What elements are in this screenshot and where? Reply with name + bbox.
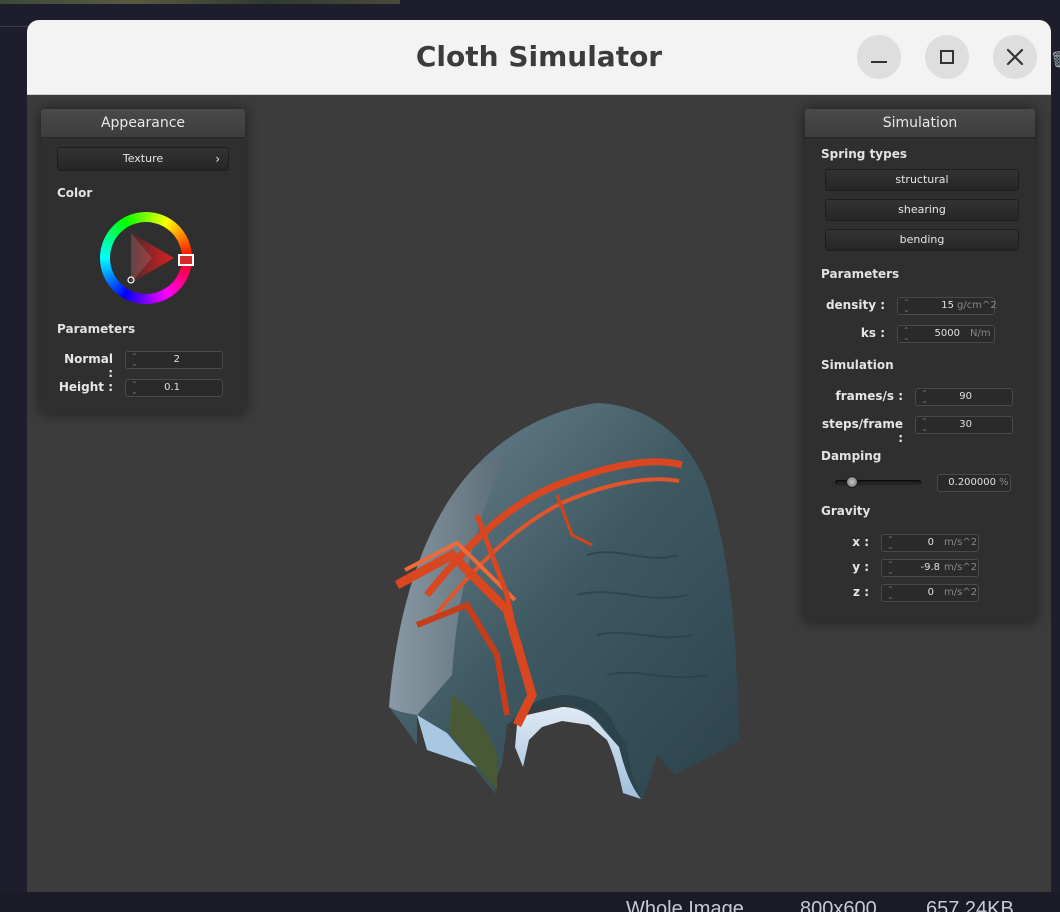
hue-selector-handle[interactable] (178, 254, 194, 266)
damping-slider[interactable] (835, 473, 921, 491)
gravity-z-label: z : (853, 585, 869, 599)
spinner-icon: ⌃ ⌄ (131, 380, 138, 396)
normal-input[interactable]: ⌃ ⌄ 2 (125, 351, 223, 369)
gravity-y-input[interactable]: ⌃ ⌄ -9.8 m/s^2 (881, 559, 979, 577)
close-icon (1006, 48, 1024, 66)
steps-per-frame-input[interactable]: ⌃ ⌄ 30 (915, 416, 1013, 434)
simulation-label: Simulation (821, 358, 894, 372)
normal-label: Normal : (64, 352, 113, 380)
gravity-y-label: y : (852, 560, 869, 574)
color-wheel[interactable] (100, 212, 194, 304)
structural-toggle[interactable]: structural (825, 169, 1019, 191)
bending-toggle[interactable]: bending (825, 229, 1019, 251)
spinner-icon: ⌃ ⌄ (887, 585, 894, 601)
frames-per-s-input[interactable]: ⌃ ⌄ 90 (915, 388, 1013, 406)
damping-slider-handle[interactable] (846, 476, 858, 488)
status-file-size: 657.24KB (926, 898, 1014, 912)
cloth-mesh[interactable] (357, 395, 747, 805)
gravity-z-input[interactable]: ⌃ ⌄ 0 m/s^2 (881, 584, 979, 602)
maximize-button[interactable] (925, 35, 969, 79)
title-bar: Cloth Simulator (27, 20, 1051, 95)
ks-label: ks : (860, 326, 885, 340)
damping-input[interactable]: 0.200000 % (937, 474, 1011, 492)
3d-viewport[interactable]: Appearance Texture › Color Parameters No… (27, 95, 1051, 894)
spring-types-label: Spring types (821, 147, 908, 161)
appearance-parameters-label: Parameters (57, 322, 136, 336)
density-input[interactable]: ⌃ ⌄ 15 g/cm^2 (897, 297, 997, 315)
height-label: Height : (58, 380, 113, 394)
cloth-simulator-window: Cloth Simulator Appearance Texture › Col… (27, 20, 1051, 894)
background-divider (0, 26, 30, 27)
ks-input[interactable]: ⌃ ⌄ 5000 N/m (897, 325, 995, 343)
chevron-right-icon: › (215, 152, 220, 166)
close-button[interactable] (993, 35, 1037, 79)
spinner-icon: ⌃ ⌄ (887, 560, 894, 576)
spinner-icon: ⌃ ⌄ (887, 535, 894, 551)
height-input[interactable]: ⌃ ⌄ 0.1 (125, 379, 223, 397)
spinner-icon: ⌃ ⌄ (131, 352, 138, 368)
spinner-icon: ⌃ ⌄ (921, 417, 928, 433)
texture-button-label: Texture (122, 152, 164, 165)
status-dimensions: 800x600 (800, 898, 877, 912)
parameters-label: Parameters (821, 267, 900, 281)
simulation-panel: Simulation Spring types structural shear… (805, 109, 1035, 621)
spinner-icon: ⌃ ⌄ (903, 298, 910, 314)
status-scope: Whole Image (626, 898, 744, 912)
maximize-icon (940, 50, 954, 64)
frames-per-s-label: frames/s : (835, 389, 903, 403)
trash-icon: 🗑 (1050, 50, 1060, 72)
background-image-strip (0, 0, 400, 4)
spinner-icon: ⌃ ⌄ (921, 389, 928, 405)
image-viewer-status-bar: Whole Image 800x600 657.24KB (0, 892, 1060, 912)
damping-label: Damping (821, 449, 882, 463)
steps-per-frame-label: steps/frame : (821, 417, 903, 445)
spinner-icon: ⌃ ⌄ (903, 326, 910, 342)
gravity-label: Gravity (821, 504, 871, 518)
gravity-x-input[interactable]: ⌃ ⌄ 0 m/s^2 (881, 534, 979, 552)
minimize-button[interactable] (857, 35, 901, 79)
appearance-panel-header[interactable]: Appearance (41, 109, 245, 138)
gravity-x-label: x : (852, 535, 869, 549)
texture-button[interactable]: Texture › (57, 147, 229, 171)
minimize-icon (871, 61, 887, 63)
color-label: Color (57, 186, 93, 200)
simulation-panel-header[interactable]: Simulation (805, 109, 1035, 138)
shearing-toggle[interactable]: shearing (825, 199, 1019, 221)
density-label: density : (825, 298, 885, 312)
appearance-panel: Appearance Texture › Color Parameters No… (41, 109, 245, 413)
